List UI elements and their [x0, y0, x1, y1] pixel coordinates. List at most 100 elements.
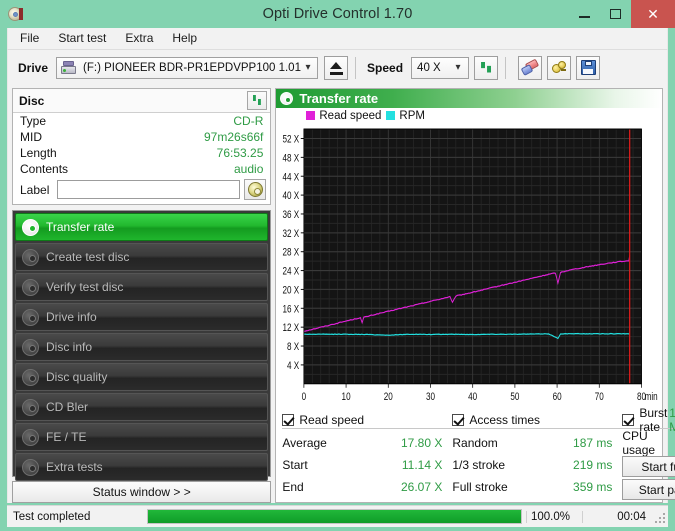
refresh-button[interactable]: [474, 56, 498, 80]
stat-key: End: [282, 480, 303, 494]
sidebar-item-label: FE / TE: [46, 430, 86, 444]
disc-row-key: Length: [20, 146, 57, 160]
sidebar-item-transfer-rate[interactable]: Transfer rate: [15, 213, 268, 241]
disc-label-key: Label: [20, 183, 49, 197]
stat-value: 187 ms: [573, 436, 612, 450]
sidebar-item-drive-info[interactable]: Drive info: [15, 303, 268, 331]
stat-row-third-stroke: 1/3 stroke 219 ms: [452, 454, 622, 476]
disc-row-type: Type CD-R: [13, 113, 270, 129]
statistics-panel: Read speed Average 17.80 X Start 11.14 X…: [276, 406, 662, 502]
stat-row-cpu-usage: CPU usage 16 %: [622, 432, 675, 454]
stat-value: 26.07 X: [401, 480, 442, 494]
status-window-label: Status window > >: [93, 485, 191, 499]
disc-row-mid: MID 97m26s66f: [13, 129, 270, 145]
menu-item-extra[interactable]: Extra: [121, 29, 162, 48]
disc-hole: [13, 12, 18, 17]
legend-label: RPM: [399, 110, 425, 122]
start-full-button[interactable]: Start full: [622, 456, 675, 477]
save-icon: [581, 60, 596, 75]
disc-label-row: Label: [13, 177, 270, 204]
drive-info-icon: [22, 309, 39, 326]
speed-select[interactable]: 40 X ▾: [411, 57, 469, 79]
y-tick-label: 40 X: [283, 190, 300, 202]
stat-key: 1/3 stroke: [452, 458, 505, 472]
sidebar-item-label: CD Bler: [46, 400, 88, 414]
close-button[interactable]: ✕: [631, 0, 675, 28]
cd-bler-icon: [22, 399, 39, 416]
start-part-button[interactable]: Start part: [622, 479, 675, 500]
read-speed-column: Read speed Average 17.80 X Start 11.14 X…: [282, 411, 452, 500]
y-tick-label: 24 X: [283, 266, 300, 278]
plug-button[interactable]: [547, 56, 571, 80]
burst-rate-checkbox[interactable]: [622, 414, 634, 426]
resize-grip[interactable]: [652, 510, 666, 524]
speed-select-value: 40 X: [417, 62, 441, 74]
drive-icon: [61, 61, 77, 75]
eraser-icon: [522, 61, 539, 75]
sidebar-item-disc-quality[interactable]: Disc quality: [15, 363, 268, 391]
disc-label-button[interactable]: [244, 179, 266, 200]
y-tick-label: 8 X: [287, 341, 300, 353]
drive-select-value: (F:) PIONEER BDR-PR1EPDVPP100 1.01: [81, 62, 301, 74]
sidebar-item-extra-tests[interactable]: Extra tests: [15, 453, 268, 481]
y-tick-label: 44 X: [283, 171, 300, 183]
menu-item-start-test[interactable]: Start test: [54, 29, 115, 48]
save-button[interactable]: [576, 56, 600, 80]
title-bar: Opti Drive Control 1.70 ✕: [0, 0, 675, 28]
window-controls: ✕: [569, 0, 675, 28]
sidebar-item-create-test-disc[interactable]: Create test disc: [15, 243, 268, 271]
disc-row-value: 97m26s66f: [204, 130, 263, 144]
application-window: Opti Drive Control 1.70 ✕ File Start tes…: [0, 0, 675, 531]
stat-key: Start: [282, 458, 307, 472]
sidebar-item-verify-test-disc[interactable]: Verify test disc: [15, 273, 268, 301]
menu-item-help[interactable]: Help: [168, 29, 206, 48]
sidebar-item-label: Verify test disc: [46, 280, 123, 294]
disc-label-input[interactable]: [57, 180, 240, 199]
status-window-button[interactable]: Status window > >: [12, 481, 271, 503]
stat-row-end: End 26.07 X: [282, 476, 452, 498]
legend-swatch: [306, 111, 315, 120]
eject-button[interactable]: [324, 56, 348, 80]
legend-swatch: [386, 111, 395, 120]
access-times-checkbox[interactable]: [452, 414, 464, 426]
sidebar-item-cd-bler[interactable]: CD Bler: [15, 393, 268, 421]
disc-info-panel: Disc Type CD-R MID 97m26s66f: [12, 88, 271, 205]
access-times-column: Access times Random 187 ms 1/3 stroke 21…: [452, 411, 622, 500]
x-tick-label: 10: [342, 391, 351, 403]
x-tick-label: 70: [595, 391, 604, 403]
erase-button[interactable]: [518, 56, 542, 80]
sidebar-item-label: Extra tests: [46, 460, 103, 474]
stat-value: 17.80 X: [401, 436, 442, 450]
transfer-rate-chart: 4 X8 X12 X16 X20 X24 X28 X32 X36 X40 X44…: [276, 123, 662, 406]
navigation-list: Transfer rate Create test disc Verify te…: [12, 210, 271, 477]
disc-create-icon: [22, 249, 39, 266]
sidebar-item-fe-te[interactable]: FE / TE: [15, 423, 268, 451]
x-tick-label: 40: [469, 391, 478, 403]
stat-row-random: Random 187 ms: [452, 432, 622, 454]
chart-plot-area: 4 X8 X12 X16 X20 X24 X28 X32 X36 X40 X44…: [276, 123, 662, 406]
sidebar-item-label: Transfer rate: [46, 220, 114, 234]
x-tick-label: 0: [302, 391, 307, 403]
disc-row-value: audio: [234, 162, 263, 176]
y-tick-label: 28 X: [283, 247, 300, 259]
cd-disc-icon: [248, 182, 263, 197]
menu-item-file[interactable]: File: [16, 29, 48, 48]
sidebar-item-disc-info[interactable]: Disc info: [15, 333, 268, 361]
disc-refresh-button[interactable]: [247, 91, 267, 110]
read-speed-checkbox[interactable]: [282, 414, 294, 426]
y-tick-label: 16 X: [283, 303, 300, 315]
disc-quality-icon: [22, 369, 39, 386]
minimize-button[interactable]: [569, 0, 600, 28]
disc-panel-header: Disc: [13, 89, 270, 113]
maximize-button[interactable]: [600, 0, 631, 28]
extra-tests-icon: [22, 459, 39, 476]
toolbar-divider-1: [355, 57, 356, 79]
y-tick-label: 20 X: [283, 284, 300, 296]
stat-row-average: Average 17.80 X: [282, 432, 452, 454]
sidebar-item-label: Disc info: [46, 340, 92, 354]
eject-icon: [330, 62, 342, 69]
disc-row-key: MID: [20, 130, 42, 144]
elapsed-time-label: 00:04: [582, 511, 652, 523]
stat-value: 11.14 X: [402, 458, 442, 472]
drive-select[interactable]: (F:) PIONEER BDR-PR1EPDVPP100 1.01 ▾: [56, 57, 318, 79]
